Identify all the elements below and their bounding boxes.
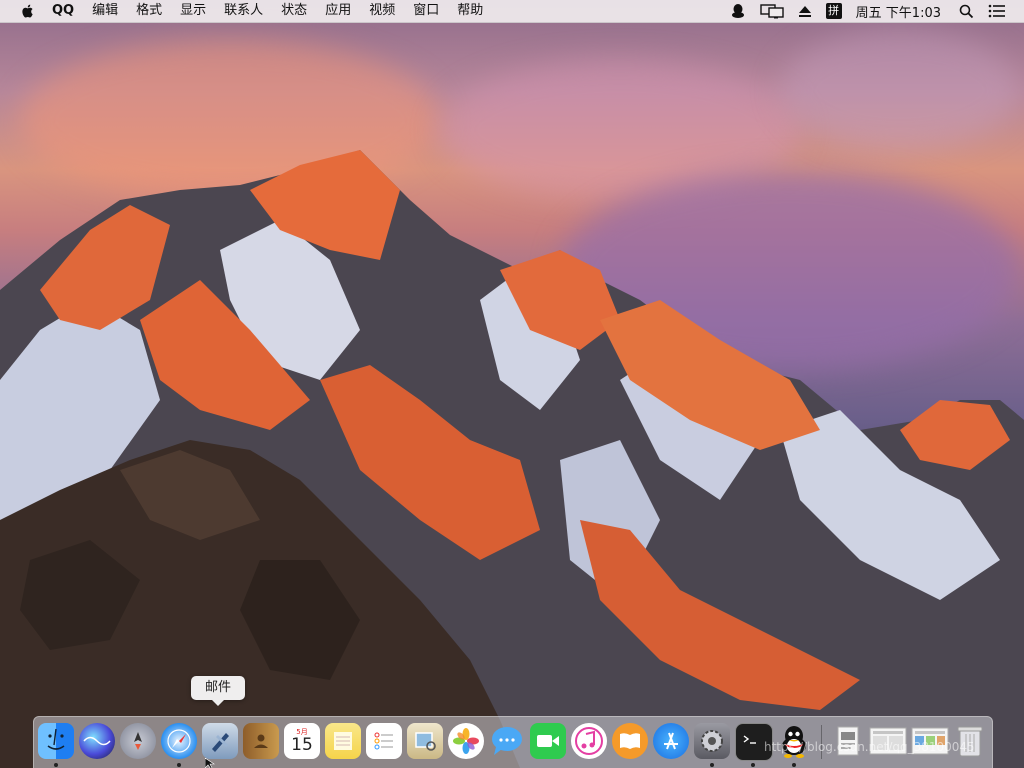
dock-tooltip: 邮件 xyxy=(191,676,245,706)
menu-edit[interactable]: 编辑 xyxy=(92,0,118,22)
menu-format[interactable]: 格式 xyxy=(136,0,162,22)
mail-icon[interactable] xyxy=(202,723,238,759)
notification-center-icon[interactable] xyxy=(988,4,1006,18)
menubar-status-area: 拼 周五 下午1:03 xyxy=(730,0,1024,22)
preview-icon[interactable] xyxy=(407,723,443,759)
running-indicator xyxy=(710,763,714,767)
app-store-icon[interactable] xyxy=(653,723,689,759)
menu-contacts[interactable]: 联系人 xyxy=(224,0,263,22)
menu-status[interactable]: 状态 xyxy=(281,0,307,22)
watermark-text: https://blog.csdn.net/qq_38100045 xyxy=(764,740,975,754)
input-method-icon[interactable]: 拼 xyxy=(825,3,842,19)
system-preferences-icon[interactable] xyxy=(694,723,730,759)
running-indicator xyxy=(751,763,755,767)
messages-icon[interactable] xyxy=(489,723,525,759)
photos-icon[interactable] xyxy=(448,723,484,759)
menu-app-qq[interactable]: QQ xyxy=(52,0,74,22)
safari-icon[interactable] xyxy=(161,723,197,759)
menu-help[interactable]: 帮助 xyxy=(457,0,483,22)
mountain-landscape xyxy=(0,150,1024,768)
calendar-date: 15 xyxy=(291,735,313,755)
facetime-icon[interactable] xyxy=(530,723,566,759)
itunes-icon[interactable] xyxy=(571,723,607,759)
menubar: QQ 编辑 格式 显示 联系人 状态 应用 视频 窗口 帮助 拼 周五 下午1:… xyxy=(0,0,1024,23)
running-indicator xyxy=(792,763,796,767)
running-indicator xyxy=(177,763,181,767)
menu-video[interactable]: 视频 xyxy=(369,0,395,22)
running-indicator xyxy=(54,763,58,767)
input-method-label: 拼 xyxy=(825,3,842,19)
menu-window[interactable]: 窗口 xyxy=(413,0,439,22)
siri-icon[interactable] xyxy=(79,723,115,759)
reminders-icon[interactable] xyxy=(366,723,402,759)
menubar-clock[interactable]: 周五 下午1:03 xyxy=(856,2,941,21)
ibooks-icon[interactable] xyxy=(612,723,648,759)
contacts-icon[interactable] xyxy=(243,723,279,759)
finder-icon[interactable] xyxy=(38,723,74,759)
desktop: QQ 编辑 格式 显示 联系人 状态 应用 视频 窗口 帮助 拼 周五 下午1:… xyxy=(0,0,1024,768)
menu-view[interactable]: 显示 xyxy=(180,0,206,22)
notes-icon[interactable] xyxy=(325,723,361,759)
eject-icon[interactable] xyxy=(798,4,812,18)
launchpad-icon[interactable] xyxy=(120,723,156,759)
apple-menu-icon[interactable] xyxy=(20,3,36,19)
qq-status-icon[interactable] xyxy=(730,3,746,19)
menu-apps[interactable]: 应用 xyxy=(325,0,351,22)
mouse-cursor-icon xyxy=(205,758,215,768)
calendar-icon[interactable]: 5月 15 xyxy=(284,723,320,759)
spotlight-search-icon[interactable] xyxy=(959,4,974,19)
airplay-display-icon[interactable] xyxy=(759,3,784,19)
